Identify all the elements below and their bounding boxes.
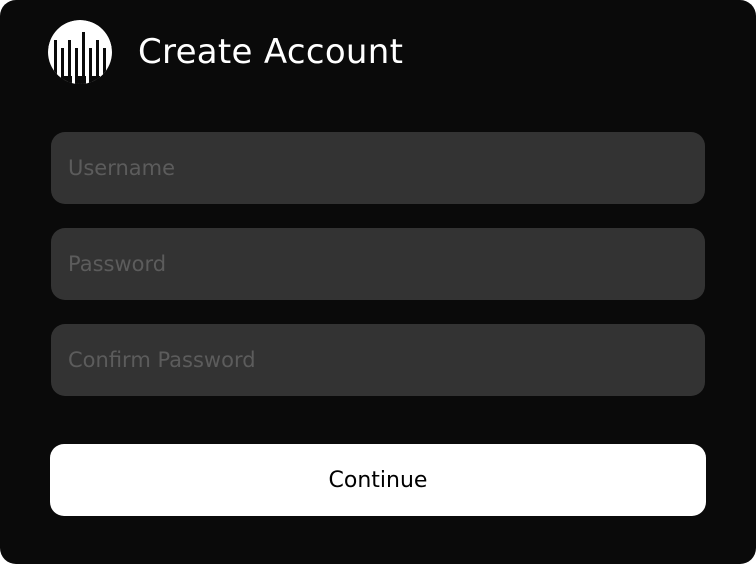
jellyfish-logo-icon — [48, 20, 112, 84]
password-field[interactable] — [51, 228, 705, 300]
page-title: Create Account — [138, 32, 404, 72]
continue-button[interactable]: Continue — [50, 444, 706, 516]
create-account-dialog: Create Account Continue — [0, 0, 756, 564]
confirm-password-field[interactable] — [51, 324, 705, 396]
username-input[interactable] — [51, 132, 705, 204]
password-input[interactable] — [51, 228, 705, 300]
username-field[interactable] — [51, 132, 705, 204]
confirm-password-input[interactable] — [51, 324, 705, 396]
dialog-header: Create Account — [48, 20, 403, 84]
